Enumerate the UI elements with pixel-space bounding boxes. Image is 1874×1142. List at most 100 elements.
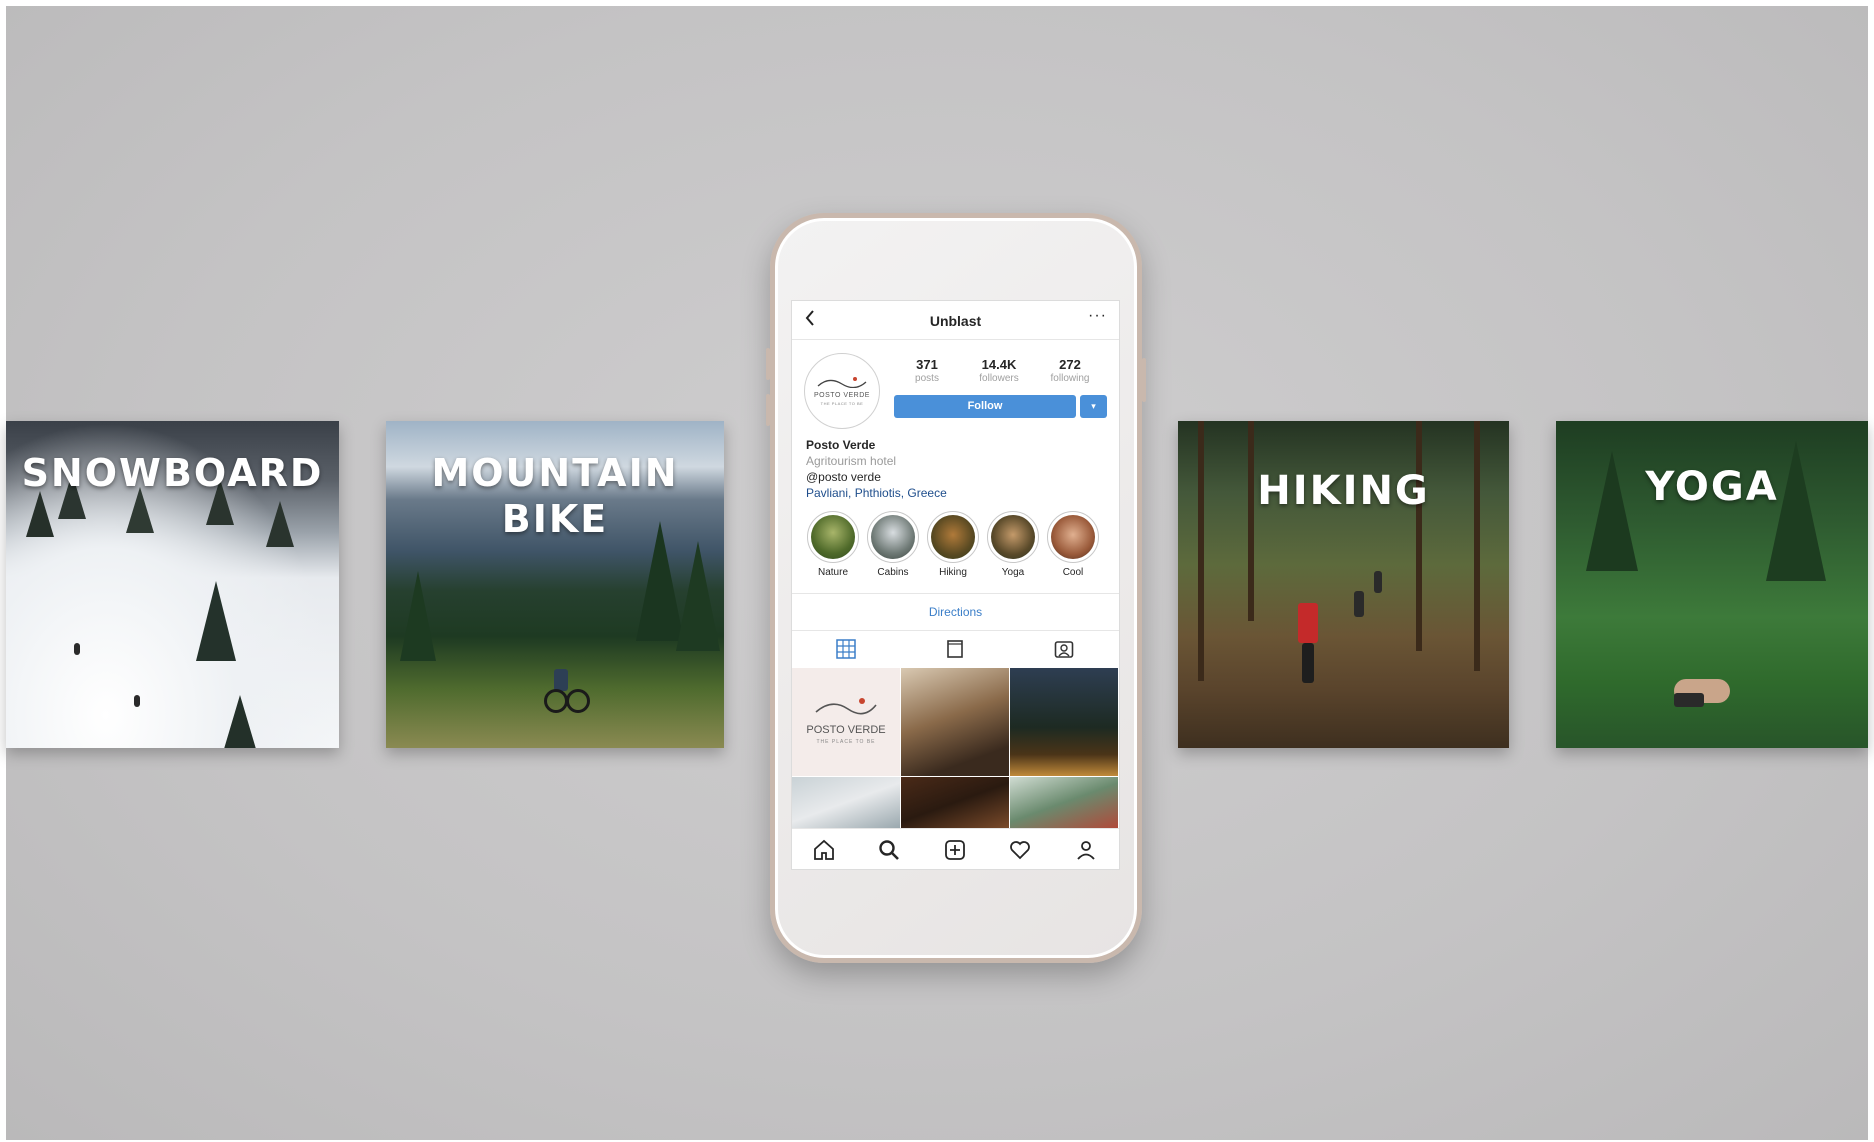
hiker-legs <box>1302 643 1314 683</box>
yoga-title: YOGA <box>1645 464 1779 510</box>
highlight-cabins[interactable]: Cabins <box>862 511 924 578</box>
bike-wheel <box>544 689 568 713</box>
profile-username: Unblast <box>929 313 982 329</box>
stat-value: 371 <box>916 357 938 372</box>
snowboard-card[interactable]: SNOWBOARD <box>6 421 339 748</box>
snowboarder <box>134 695 140 707</box>
volume-button <box>766 394 770 426</box>
avatar[interactable]: POSTO VERDE THE PLACE TO BE <box>804 353 880 429</box>
profile-bio: Posto Verde Agritourism hotel @posto ver… <box>806 437 947 501</box>
logo-wave-icon <box>815 698 877 715</box>
grid-post[interactable] <box>901 668 1009 776</box>
highlight-ring <box>867 511 919 563</box>
highlight-cool[interactable]: Cool <box>1042 511 1104 578</box>
grid-post[interactable] <box>901 777 1009 828</box>
power-button <box>1142 358 1146 402</box>
stat-following[interactable]: 272 following <box>1035 357 1105 384</box>
yoga-person-shorts <box>1674 693 1704 707</box>
hiking-title: HIKING <box>1257 468 1430 514</box>
instagram-profile-screen: Unblast ··· POSTO VERDE THE PLACE TO BE … <box>791 300 1120 870</box>
highlight-hiking[interactable]: Hiking <box>922 511 984 578</box>
profile-header: Unblast ··· <box>792 301 1119 340</box>
stat-value: 14.4K <box>981 357 1017 372</box>
logo-wave-icon <box>817 377 867 388</box>
tree <box>676 541 720 651</box>
tree <box>196 581 236 661</box>
title-line-1: MOUNTAIN <box>431 451 679 495</box>
highlight-ring <box>807 511 859 563</box>
more-dots-icon[interactable]: ··· <box>1088 307 1107 325</box>
highlight-label: Cool <box>1062 567 1084 578</box>
directions-button[interactable]: Directions <box>792 593 1119 631</box>
highlight-thumb <box>871 515 915 559</box>
highlight-thumb <box>931 515 975 559</box>
avatar-logo-text: POSTO VERDE <box>814 392 870 399</box>
tree <box>26 491 54 537</box>
highlight-thumb <box>811 515 855 559</box>
tree <box>400 571 436 661</box>
grid-logo-sub: THE PLACE TO BE <box>816 739 876 745</box>
highlight-yoga[interactable]: Yoga <box>982 511 1044 578</box>
phone-mockup: Unblast ··· POSTO VERDE THE PLACE TO BE … <box>766 213 1146 963</box>
highlight-ring <box>927 511 979 563</box>
stat-label: followers <box>979 373 1019 384</box>
stat-label: posts <box>915 373 939 384</box>
mountain-bike-title: MOUNTAIN BIKE <box>386 451 724 542</box>
suggestions-dropdown-button[interactable]: ▾ <box>1080 395 1107 418</box>
tree-trunk <box>1474 421 1480 671</box>
tree <box>1766 441 1826 581</box>
follow-button[interactable]: Follow <box>894 395 1076 418</box>
stat-followers[interactable]: 14.4K followers <box>964 357 1034 384</box>
grid-icon[interactable] <box>836 639 856 659</box>
hiker <box>1354 591 1364 617</box>
highlight-ring <box>987 511 1039 563</box>
highlight-nature[interactable]: Nature <box>802 511 864 578</box>
avatar-logo-sub: THE PLACE TO BE <box>820 401 864 406</box>
snowboard-title: SNOWBOARD <box>21 451 324 495</box>
highlight-label: Cabins <box>877 567 909 578</box>
snowboarder <box>74 643 80 655</box>
tree-trunk <box>1198 421 1204 681</box>
home-icon[interactable] <box>812 838 836 862</box>
highlight-thumb <box>1051 515 1095 559</box>
bottom-navigation <box>792 828 1119 869</box>
mountain-bike-card[interactable]: MOUNTAIN BIKE <box>386 421 724 748</box>
grid-post[interactable] <box>792 777 900 828</box>
stat-value: 272 <box>1059 357 1081 372</box>
search-icon[interactable] <box>877 838 901 862</box>
bio-location-link[interactable]: Pavliani, Phthiotis, Greece <box>806 485 947 501</box>
bio-handle: @posto verde <box>806 470 881 484</box>
grid-post[interactable] <box>1010 668 1118 776</box>
highlight-ring <box>1047 511 1099 563</box>
highlight-label: Yoga <box>1001 567 1025 578</box>
grid-logo-text: POSTO VERDE <box>806 724 886 736</box>
bio-name: Posto Verde <box>806 438 876 452</box>
feed-icon[interactable] <box>945 639 965 659</box>
add-post-icon[interactable] <box>943 838 967 862</box>
bike-wheel <box>566 689 590 713</box>
hiker <box>1298 603 1318 643</box>
yoga-card[interactable]: YOGA <box>1556 421 1868 748</box>
profile-tabs <box>792 631 1119 667</box>
volume-button <box>766 348 770 380</box>
grid-post[interactable] <box>1010 777 1118 828</box>
highlight-label: Hiking <box>939 567 967 578</box>
cyclist <box>554 669 568 691</box>
story-highlights: Nature Cabins Hiking Yoga Cool <box>802 511 1119 591</box>
bio-category: Agritourism hotel <box>806 454 897 468</box>
tree <box>266 501 294 547</box>
stat-posts[interactable]: 371 posts <box>892 357 962 384</box>
hiking-card[interactable]: HIKING <box>1178 421 1509 748</box>
hiker <box>1374 571 1382 593</box>
tagged-icon[interactable] <box>1054 639 1074 659</box>
grid-post[interactable]: POSTO VERDE THE PLACE TO BE <box>792 668 900 776</box>
heart-icon[interactable] <box>1008 838 1032 862</box>
profile-icon[interactable] <box>1074 838 1098 862</box>
highlight-thumb <box>991 515 1035 559</box>
post-grid: POSTO VERDE THE PLACE TO BE <box>792 668 1119 828</box>
stat-label: following <box>1050 373 1090 384</box>
tree-trunk <box>1416 421 1422 651</box>
tree <box>224 695 256 748</box>
title-line-2: BIKE <box>501 496 609 541</box>
highlight-label: Nature <box>817 567 848 578</box>
